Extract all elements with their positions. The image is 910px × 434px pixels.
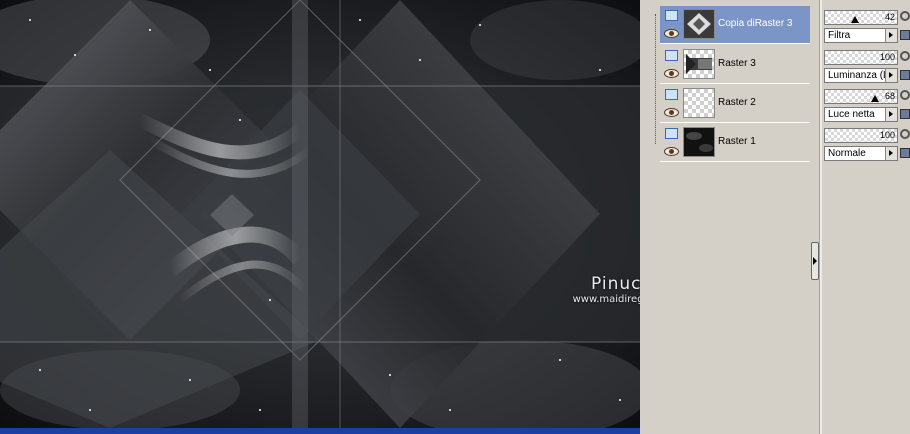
layer-props-raster-2: 68 Luce netta	[824, 87, 910, 125]
blend-mode-select[interactable]: Luce netta	[824, 107, 898, 122]
layer-props-copia-diraster-3: 42 Filtra	[824, 8, 910, 46]
layer-row-raster-3[interactable]: Raster 3	[660, 46, 810, 84]
opacity-value: 42	[884, 12, 895, 22]
opacity-value: 68	[884, 91, 895, 101]
opacity-value: 100	[879, 52, 895, 62]
eye-icon[interactable]	[664, 108, 679, 117]
slider-thumb[interactable]	[851, 16, 859, 23]
layer-thumbnail	[683, 127, 715, 157]
dropdown-arrow-icon[interactable]	[885, 147, 897, 160]
opacity-value: 100	[879, 130, 895, 140]
layer-name: Raster 3	[718, 58, 756, 69]
eye-icon[interactable]	[664, 69, 679, 78]
blend-mode-select[interactable]: Normale	[824, 146, 898, 161]
image-canvas[interactable]: Pinuccia www.maidiregrafica.eu	[0, 0, 640, 428]
layer-row-raster-2[interactable]: Raster 2	[660, 85, 810, 123]
panel-gap	[640, 0, 652, 434]
panel-collapse-handle[interactable]	[811, 242, 819, 280]
layers-panel: Copia diRaster 3 Raster 3 Raster 2 Raste…	[652, 0, 812, 434]
layer-row-copia-diraster-3[interactable]: Copia diRaster 3	[660, 6, 810, 44]
raster-layer-icon	[665, 10, 678, 21]
lock-icon[interactable]	[900, 70, 910, 80]
panel-divider	[819, 0, 822, 434]
raster-layer-icon	[665, 50, 678, 61]
opacity-slider[interactable]: 68	[824, 89, 898, 104]
layer-thumbnail	[683, 88, 715, 118]
opacity-slider[interactable]: 100	[824, 50, 898, 65]
collapse-arrow-icon	[813, 257, 817, 265]
layer-row-raster-1[interactable]: Raster 1	[660, 124, 810, 162]
slider-thumb[interactable]	[871, 95, 879, 102]
lock-icon[interactable]	[900, 30, 910, 40]
opacity-slider[interactable]: 42	[824, 10, 898, 25]
dropdown-arrow-icon[interactable]	[885, 108, 897, 121]
layer-name: Raster 2	[718, 97, 756, 108]
blend-mode-value: Normale	[828, 148, 866, 159]
link-icon[interactable]	[900, 90, 910, 100]
layer-thumbnail	[683, 49, 715, 79]
opacity-slider[interactable]: 100	[824, 128, 898, 143]
canvas-artwork	[0, 0, 640, 428]
eye-icon[interactable]	[664, 147, 679, 156]
dropdown-arrow-icon[interactable]	[885, 29, 897, 42]
lock-icon[interactable]	[900, 109, 910, 119]
blend-mode-select[interactable]: Luminanza (L)	[824, 68, 898, 83]
lock-icon[interactable]	[900, 148, 910, 158]
layer-props-raster-1: 100 Normale	[824, 126, 910, 164]
link-icon[interactable]	[900, 11, 910, 21]
dropdown-arrow-icon[interactable]	[885, 69, 897, 82]
layer-name: Copia diRaster 3	[718, 18, 793, 29]
link-icon[interactable]	[900, 51, 910, 61]
raster-layer-icon	[665, 89, 678, 100]
raster-layer-icon	[665, 128, 678, 139]
layer-tree-line	[655, 14, 657, 144]
blend-mode-value: Luminanza (L)	[828, 70, 892, 81]
canvas-bottom-bar	[0, 428, 640, 434]
layer-thumbnail	[683, 9, 715, 39]
blend-mode-select[interactable]: Filtra	[824, 28, 898, 43]
link-icon[interactable]	[900, 129, 910, 139]
layer-props-raster-3: 100 Luminanza (L)	[824, 48, 910, 86]
blend-mode-value: Filtra	[828, 30, 851, 41]
layer-name: Raster 1	[718, 136, 756, 147]
eye-icon[interactable]	[664, 29, 679, 38]
blend-mode-value: Luce netta	[828, 109, 875, 120]
